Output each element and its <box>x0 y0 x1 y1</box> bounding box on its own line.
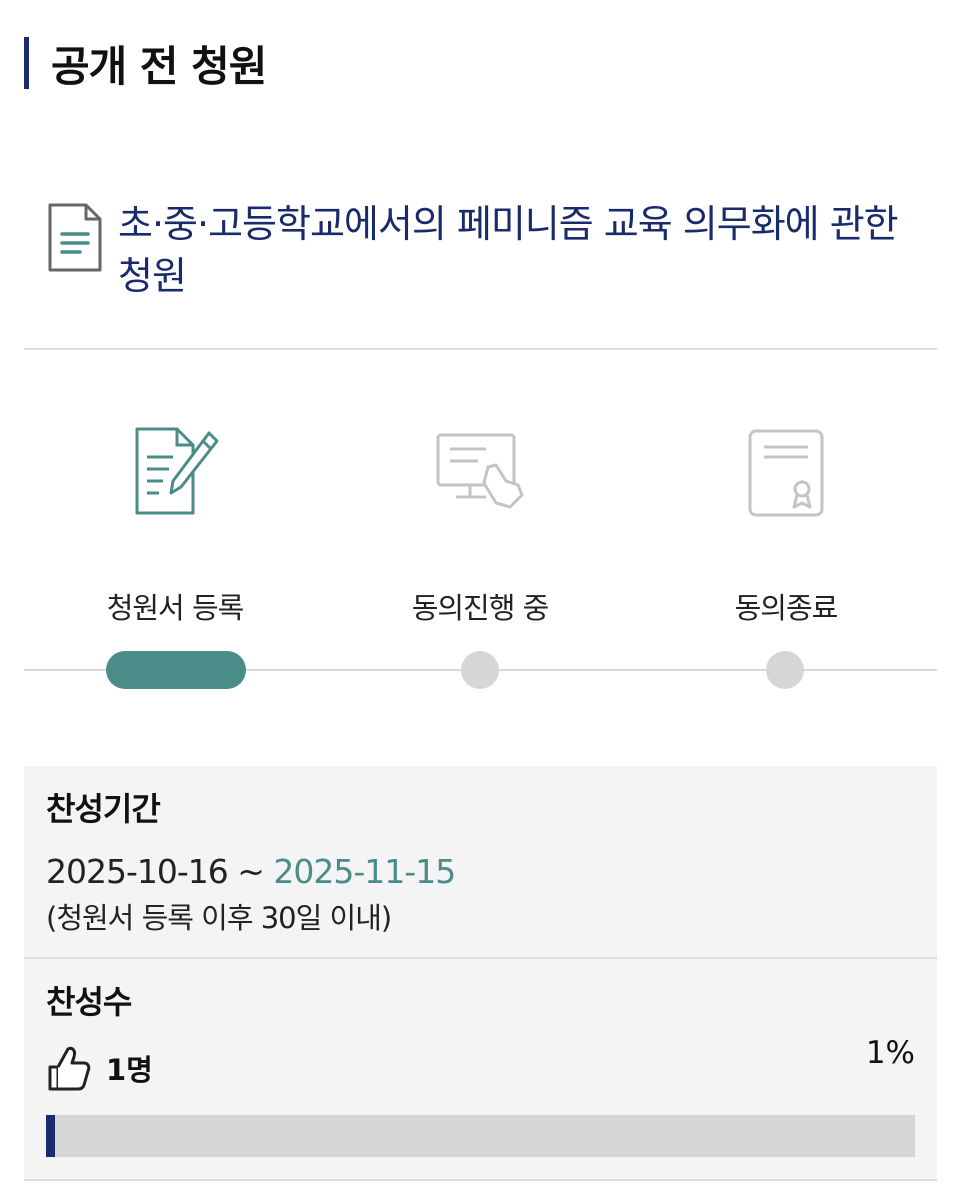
write-pen-icon <box>135 427 219 515</box>
step-label: 동의종료 <box>734 591 839 625</box>
agree-percent: 1% <box>865 1035 915 1071</box>
agree-period-range: 2025-10-16 ~ 2025-11-15 <box>46 852 915 891</box>
agree-count-heading: 찬성수 <box>46 983 132 1021</box>
step-label: 동의진행 중 <box>411 591 550 625</box>
monitor-click-icon <box>436 433 524 509</box>
agree-progress-bar <box>46 1115 915 1157</box>
petition-title: 초·중·고등학교에서의 페미니즘 교육 의무화에 관한 청원 <box>118 202 899 298</box>
petition-info-panel: 찬성기간 2025-10-16 ~ 2025-11-15 (청원서 등록 이후 … <box>24 766 937 1181</box>
agree-period-note: (청원서 등록 이후 30일 이내) <box>46 901 392 935</box>
petition-heading: 초·중·고등학교에서의 페미니즘 교육 의무화에 관한 청원 <box>46 198 906 302</box>
agree-count-row: 1명 1% <box>46 1035 915 1093</box>
certificate-icon <box>748 429 824 517</box>
header-accent-bar <box>24 37 29 89</box>
step-indicator <box>766 651 804 689</box>
document-icon <box>48 203 102 272</box>
agree-progress-fill <box>46 1115 55 1157</box>
period-end: 2025-11-15 <box>273 852 456 891</box>
agree-period-section: 찬성기간 2025-10-16 ~ 2025-11-15 (청원서 등록 이후 … <box>24 766 937 957</box>
page-header: 공개 전 청원 <box>24 36 267 91</box>
agree-period-heading: 찬성기간 <box>46 790 161 828</box>
agree-count-value: 1명 <box>106 1053 153 1087</box>
progress-steps: 청원서 등록 동의진행 중 동의종료 <box>24 425 937 725</box>
agree-count-section: 찬성수 1명 1% <box>24 959 937 1179</box>
info-bottom-divider <box>24 1179 937 1181</box>
page-title: 공개 전 청원 <box>51 41 267 91</box>
period-start: 2025-10-16 <box>46 852 229 891</box>
step-label: 청원서 등록 <box>106 591 245 625</box>
step-register: 청원서 등록 <box>25 425 325 627</box>
step-indicator <box>461 651 499 689</box>
section-divider <box>24 348 937 350</box>
period-separator: ~ <box>227 852 274 891</box>
thumbs-up-icon <box>48 1046 91 1091</box>
step-closed: 동의종료 <box>636 425 936 627</box>
step-indicator-active <box>106 651 246 689</box>
step-in-progress: 동의진행 중 <box>330 425 630 627</box>
